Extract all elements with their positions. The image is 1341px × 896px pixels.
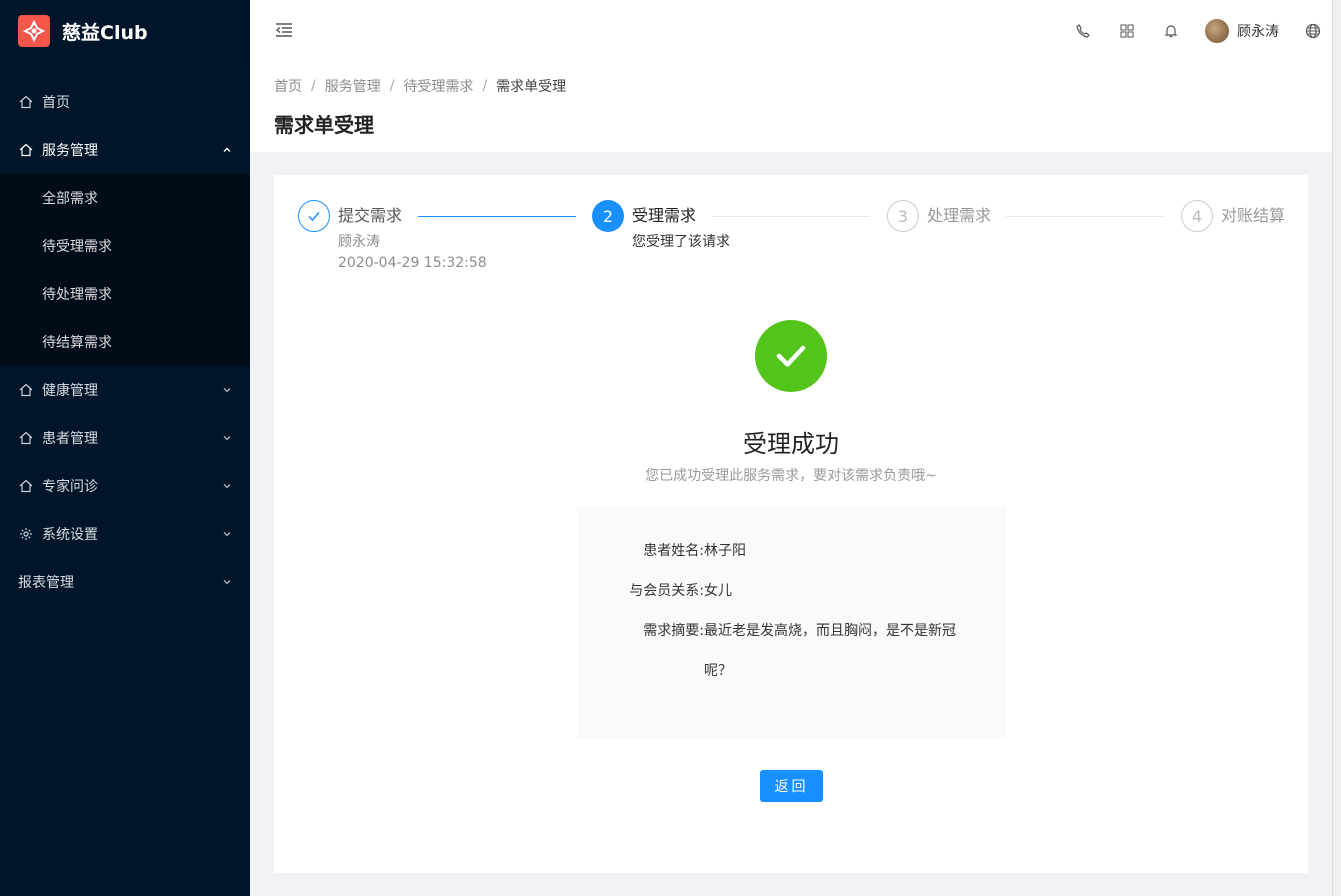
step-accept: 2 受理需求 您受理了该请求 — [592, 200, 730, 253]
step-connector — [712, 216, 870, 217]
globe-icon[interactable] — [1303, 21, 1323, 41]
check-icon — [298, 200, 330, 232]
bell-icon[interactable] — [1161, 21, 1181, 41]
breadcrumb-separator: / — [311, 78, 316, 94]
info-label: 与会员关系: — [629, 583, 704, 599]
page-header: 首页 / 服务管理 / 待受理需求 / 需求单受理 需求单受理 — [250, 62, 1341, 152]
step-desc: 您受理了该请求 — [632, 234, 730, 250]
chevron-down-icon — [222, 366, 232, 414]
sidebar-item-experts[interactable]: 专家问诊 — [0, 462, 250, 510]
step-title: 提交需求 — [338, 206, 403, 225]
page-title: 需求单受理 — [274, 113, 374, 137]
breadcrumb-pending[interactable]: 待受理需求 — [403, 76, 473, 96]
sidebar-item-patients[interactable]: 患者管理 — [0, 414, 250, 462]
sidebar-item-home[interactable]: 首页 — [0, 78, 250, 126]
info-label: 患者姓名: — [643, 543, 704, 559]
step-time: 2020-04-29 15:32:58 — [338, 255, 487, 271]
step-process: 3 处理需求 — [887, 200, 991, 232]
info-value: 最近老是发高烧，而且胸闷，是不是新冠 — [704, 623, 956, 639]
step-submit: 提交需求 顾永涛 2020-04-29 15:32:58 — [298, 200, 487, 274]
result-title: 受理成功 — [743, 430, 839, 458]
chevron-down-icon — [222, 462, 232, 510]
step-title: 对账结算 — [1221, 206, 1286, 225]
step-number: 3 — [887, 200, 919, 232]
home-icon — [18, 94, 34, 110]
home-icon — [18, 478, 34, 494]
steps: 提交需求 顾永涛 2020-04-29 15:32:58 2 受理需求 您受理了… — [298, 200, 1286, 290]
top-header: 顾永涛 — [250, 0, 1341, 62]
success-check-icon — [755, 320, 827, 392]
info-label: 需求摘要: — [643, 623, 704, 639]
menu-fold-icon[interactable] — [274, 20, 294, 40]
phone-icon[interactable] — [1073, 21, 1093, 41]
scrollbar[interactable] — [1332, 0, 1341, 896]
breadcrumb-home[interactable]: 首页 — [274, 76, 302, 96]
sidebar-item-service[interactable]: 服务管理 — [0, 126, 250, 174]
sidebar-item-pending-process[interactable]: 待处理需求 — [0, 270, 250, 318]
sidebar-item-label: 报表管理 — [18, 575, 74, 591]
home-icon — [18, 142, 34, 158]
gear-icon — [18, 526, 34, 542]
sidebar-item-all-demands[interactable]: 全部需求 — [0, 174, 250, 222]
brand-logo[interactable]: 慈益Club — [0, 0, 250, 62]
sidebar-item-label: 系统设置 — [42, 527, 98, 543]
chevron-down-icon — [222, 414, 232, 462]
breadcrumb-current: 需求单受理 — [496, 79, 567, 95]
chevron-down-icon — [222, 510, 232, 558]
sidebar-item-pending-settle[interactable]: 待结算需求 — [0, 318, 250, 366]
sidebar-item-settings[interactable]: 系统设置 — [0, 510, 250, 558]
sidebar-item-reports[interactable]: 报表管理 — [0, 558, 250, 606]
avatar[interactable] — [1205, 19, 1229, 43]
side-menu: 首页 服务管理 全部需求 待受理需求 待处理需求 待结算需求 健康管理 患者管理… — [0, 78, 250, 606]
header-actions: 顾永涛 — [1073, 0, 1341, 62]
sidebar: 慈益Club 首页 服务管理 全部需求 待受理需求 待处理需求 待结算需求 健康… — [0, 0, 250, 896]
sidebar-item-label: 专家问诊 — [42, 479, 98, 495]
logo-icon — [18, 15, 50, 47]
apps-icon[interactable] — [1117, 21, 1137, 41]
back-button[interactable]: 返回 — [760, 770, 823, 802]
home-icon — [18, 430, 34, 446]
user-name[interactable]: 顾永涛 — [1237, 21, 1279, 41]
sidebar-item-pending-accept[interactable]: 待受理需求 — [0, 222, 250, 270]
service-submenu: 全部需求 待受理需求 待处理需求 待结算需求 — [0, 174, 250, 366]
step-title: 处理需求 — [927, 206, 992, 225]
breadcrumb: 首页 / 服务管理 / 待受理需求 / 需求单受理 — [274, 76, 1317, 96]
result-area: 受理成功 您已成功受理此服务需求，要对该需求负责哦~ — [274, 320, 1308, 485]
step-title: 受理需求 — [632, 206, 697, 225]
info-row: 呢？ — [577, 651, 1006, 691]
breadcrumb-service[interactable]: 服务管理 — [325, 76, 381, 96]
info-value: 林子阳 — [704, 543, 746, 559]
info-row: 与会员关系: 女儿 — [577, 571, 1006, 611]
sidebar-item-label: 服务管理 — [42, 143, 98, 159]
step-settle: 4 对账结算 — [1181, 200, 1285, 232]
breadcrumb-separator: / — [482, 78, 488, 94]
chevron-up-icon — [222, 126, 232, 174]
sidebar-item-label: 健康管理 — [42, 383, 98, 399]
brand-name: 慈益Club — [62, 21, 148, 44]
step-number: 2 — [592, 200, 624, 232]
info-box: 患者姓名: 林子阳 与会员关系: 女儿 需求摘要: 最近老是发高烧，而且胸闷，是… — [577, 506, 1006, 738]
home-icon — [18, 382, 34, 398]
sidebar-item-health[interactable]: 健康管理 — [0, 366, 250, 414]
result-card: 提交需求 顾永涛 2020-04-29 15:32:58 2 受理需求 您受理了… — [274, 175, 1308, 873]
sidebar-item-label: 患者管理 — [42, 431, 98, 447]
sidebar-item-label: 首页 — [42, 95, 70, 111]
chevron-down-icon — [222, 558, 232, 606]
info-row: 需求摘要: 最近老是发高烧，而且胸闷，是不是新冠 — [577, 611, 1006, 651]
info-value: 呢？ — [704, 663, 732, 679]
info-row: 患者姓名: 林子阳 — [577, 531, 1006, 571]
info-value: 女儿 — [704, 583, 732, 599]
step-desc: 顾永涛 — [338, 234, 380, 250]
step-connector — [1006, 216, 1164, 217]
breadcrumb-separator: / — [389, 78, 395, 94]
step-number: 4 — [1181, 200, 1213, 232]
result-subtitle: 您已成功受理此服务需求，要对该需求负责哦~ — [645, 468, 937, 484]
